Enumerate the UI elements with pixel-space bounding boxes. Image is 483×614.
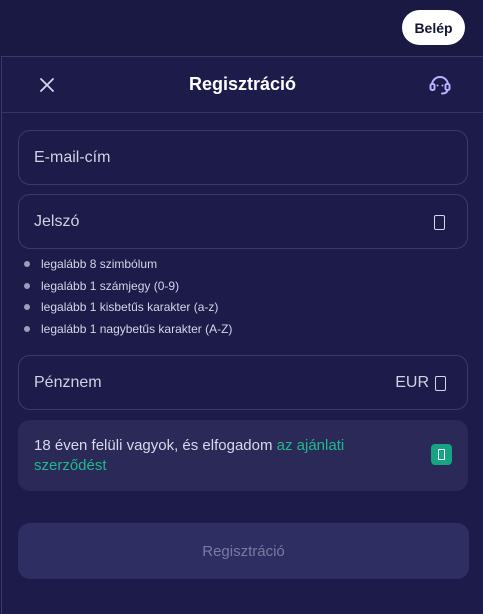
terms-checkbox[interactable]	[431, 444, 452, 465]
password-rule-label: legalább 8 szimbólum	[41, 257, 158, 271]
password-rule: legalább 1 számjegy (0-9)	[22, 279, 232, 301]
password-rule: legalább 1 kisbetűs karakter (a-z)	[22, 300, 232, 322]
terms-text: 18 éven felüli vagyok, és elfogadom az a…	[34, 436, 394, 476]
bullet-icon	[24, 325, 30, 332]
headset-icon[interactable]	[427, 71, 453, 97]
modal-header: Regisztráció	[2, 57, 483, 113]
chevron-down-icon[interactable]	[435, 376, 446, 391]
password-rule: legalább 1 nagybetűs karakter (A-Z)	[22, 322, 232, 344]
top-bar: Belép	[0, 0, 483, 56]
bullet-icon	[24, 261, 30, 267]
password-rule-label: legalább 1 kisbetűs karakter (a-z)	[41, 300, 219, 314]
password-field[interactable]: Jelszó	[18, 194, 468, 249]
currency-select[interactable]: Pénznem EUR	[18, 355, 468, 410]
password-rule-label: legalább 1 számjegy (0-9)	[41, 278, 180, 293]
currency-value: EUR	[395, 374, 429, 391]
bullet-icon	[24, 304, 30, 310]
email-field[interactable]: E-mail-cím	[18, 130, 468, 185]
password-rule: legalább 8 szimbólum	[22, 257, 232, 279]
password-field-label: Jelszó	[34, 213, 80, 230]
bullet-icon	[24, 282, 30, 289]
login-button[interactable]: Belép	[402, 10, 465, 45]
currency-label: Pénznem	[34, 374, 102, 391]
check-icon	[438, 449, 445, 460]
password-rules: legalább 8 szimbólum legalább 1 számjegy…	[22, 257, 232, 343]
modal-title: Regisztráció	[188, 74, 297, 94]
eye-icon[interactable]	[434, 215, 445, 230]
password-rule-label: legalább 1 nagybetűs karakter (A-Z)	[41, 321, 233, 336]
register-button[interactable]: Regisztráció	[18, 523, 469, 579]
terms-consent: 18 éven felüli vagyok, és elfogadom az a…	[18, 420, 468, 491]
terms-label: 18 éven felüli vagyok, és elfogadom	[34, 437, 277, 454]
email-field-label: E-mail-cím	[34, 149, 111, 166]
registration-modal: Regisztráció E-mail-cím Jelszó legalább …	[1, 56, 483, 614]
